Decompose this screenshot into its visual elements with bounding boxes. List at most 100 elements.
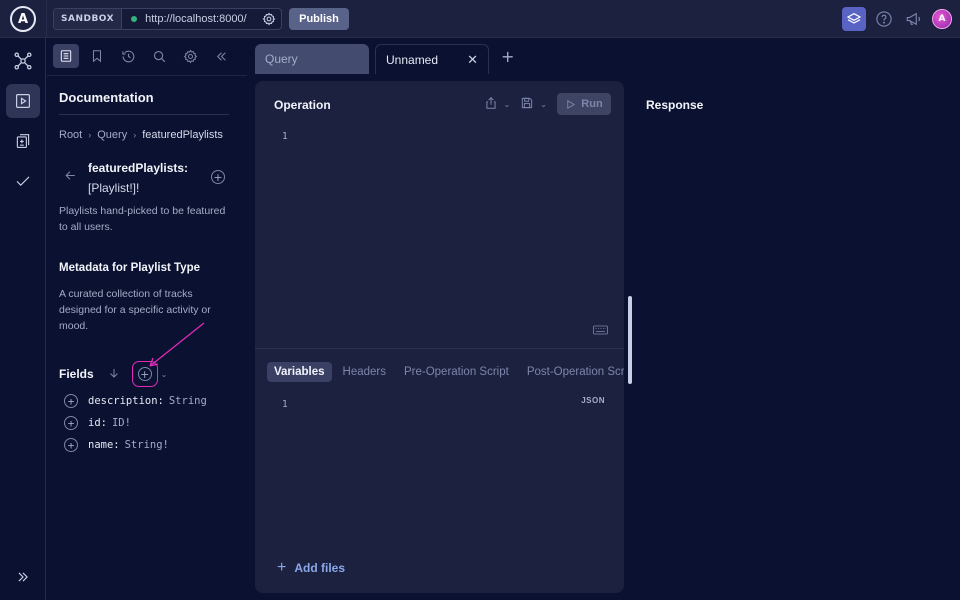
line-number: 1	[282, 399, 288, 410]
field-type[interactable]: [Playlist!]!	[88, 178, 188, 198]
new-tab-plus-icon[interactable]: +	[501, 47, 514, 66]
operation-actions: ⌄ ⌄ Run	[484, 93, 611, 115]
docs-title: Documentation	[59, 90, 154, 105]
chevron-right-icon: ›	[133, 130, 137, 140]
chevron-down-icon[interactable]: ⌄	[504, 100, 511, 109]
field-item-name: description:	[88, 395, 164, 407]
add-field-icon[interactable]: +	[64, 438, 78, 452]
apollo-logo-icon[interactable]: A	[10, 6, 36, 32]
documentation-tab[interactable]	[53, 44, 79, 68]
add-files-label: Add files	[294, 561, 346, 575]
bookmark-icon	[92, 50, 102, 63]
close-icon[interactable]: ✕	[467, 52, 478, 68]
share-icon[interactable]	[484, 95, 498, 114]
nav-schema[interactable]	[6, 44, 40, 78]
keyboard-shortcuts-icon[interactable]	[593, 320, 608, 339]
add-field-icon[interactable]: +	[211, 170, 225, 184]
field-item-name: id:	[88, 417, 107, 429]
json-label: JSON	[581, 396, 605, 405]
field-list: + description: String + id: ID! + name: …	[64, 390, 207, 456]
field-item-type[interactable]: String	[169, 395, 207, 407]
variables-tabs: Variables Headers Pre-Operation Script P…	[267, 362, 624, 382]
metadata-title: Metadata for Playlist Type	[59, 262, 201, 274]
field-item-type[interactable]: String!	[125, 439, 169, 451]
connection-settings-icon[interactable]	[261, 11, 277, 27]
endpoint-input[interactable]: SANDBOX http://localhost:8000/	[53, 8, 282, 30]
chevron-down-icon[interactable]: ⌄	[161, 370, 168, 379]
collapse-panel-button[interactable]	[208, 44, 234, 68]
publish-button[interactable]: Publish	[289, 8, 349, 30]
tab-label: Unnamed	[386, 52, 439, 67]
collections-tab[interactable]	[84, 44, 110, 68]
field-item[interactable]: + name: String!	[64, 434, 207, 456]
field-description: Playlists hand-picked to be featured to …	[59, 205, 226, 233]
top-right-actions: A	[842, 7, 952, 31]
run-button[interactable]: Run	[557, 93, 611, 115]
settings-icon	[183, 49, 197, 63]
tab-variables[interactable]: Variables	[267, 362, 332, 382]
divider	[46, 0, 47, 38]
sort-arrow-down-icon[interactable]	[108, 367, 120, 382]
nav-changelog[interactable]	[6, 124, 40, 158]
left-nav	[0, 38, 46, 600]
breadcrumb-root[interactable]: Root	[59, 129, 82, 141]
nav-explorer[interactable]	[6, 84, 40, 118]
field-title: featuredPlaylists: [Playlist!]!	[88, 158, 188, 198]
add-field-icon[interactable]: +	[64, 416, 78, 430]
connection-status-icon	[131, 16, 138, 22]
tab-pre-operation-script[interactable]: Pre-Operation Script	[397, 362, 516, 382]
breadcrumb-query[interactable]: Query	[97, 129, 127, 141]
endpoint-url[interactable]: http://localhost:8000/	[145, 13, 261, 25]
tab-unnamed[interactable]: Unnamed ✕	[375, 44, 489, 74]
add-circle-icon: +	[137, 367, 152, 381]
search-tab[interactable]	[146, 44, 172, 68]
tab-headers[interactable]: Headers	[336, 362, 393, 382]
fields-label: Fields	[59, 367, 94, 381]
run-label: Run	[581, 98, 603, 110]
history-icon	[121, 50, 134, 62]
variables-editor[interactable]	[300, 393, 580, 543]
fields-header: Fields + ⌄	[59, 361, 167, 387]
line-number: 1	[282, 131, 288, 142]
documentation-panel: Documentation Root › Query › featuredPla…	[47, 38, 247, 600]
schema-reference-icon[interactable]	[842, 7, 866, 31]
double-chevron-right-icon	[18, 572, 28, 582]
chevron-down-icon[interactable]: ⌄	[540, 100, 547, 109]
field-item-name: name:	[88, 439, 120, 451]
tab-label: Query	[265, 52, 298, 66]
diff-icon	[16, 134, 30, 148]
panel-divider[interactable]	[255, 348, 624, 349]
add-field-icon[interactable]: +	[64, 394, 78, 408]
tab-post-operation-script[interactable]: Post-Operation Script	[520, 362, 624, 382]
documentation-icon	[60, 50, 72, 62]
check-icon	[16, 176, 30, 186]
back-arrow-icon[interactable]	[64, 169, 77, 186]
operation-editor[interactable]	[300, 126, 600, 316]
search-icon	[153, 50, 165, 62]
expand-nav-button[interactable]	[6, 560, 40, 594]
add-files-button[interactable]: + Add files	[277, 559, 345, 577]
field-item[interactable]: + description: String	[64, 390, 207, 412]
panel-resize-handle[interactable]	[628, 296, 632, 384]
add-all-fields-button[interactable]: +	[131, 361, 158, 387]
tab-query[interactable]: Query	[255, 44, 369, 74]
sandbox-label: SANDBOX	[54, 9, 123, 29]
history-tab[interactable]	[115, 44, 141, 68]
breadcrumb: Root › Query › featuredPlaylists	[59, 129, 223, 141]
user-avatar[interactable]: A	[932, 9, 952, 29]
field-name: featuredPlaylists:	[88, 161, 189, 175]
operation-panel: Operation ⌄ ⌄ Run 1 Variables Headers Pr…	[255, 81, 624, 593]
operation-tabs: Query Unnamed ✕ +	[255, 44, 514, 74]
nav-checks[interactable]	[6, 164, 40, 198]
play-icon	[16, 94, 30, 108]
save-icon[interactable]	[520, 95, 534, 114]
top-bar: A SANDBOX http://localhost:8000/ Publish…	[0, 0, 960, 38]
help-icon[interactable]	[872, 7, 896, 31]
operation-title: Operation	[274, 98, 331, 112]
field-item[interactable]: + id: ID!	[64, 412, 207, 434]
field-item-type[interactable]: ID!	[112, 417, 131, 429]
settings-tab[interactable]	[177, 44, 203, 68]
docs-toolbar	[53, 44, 234, 68]
divider	[47, 75, 247, 76]
megaphone-icon[interactable]	[902, 7, 926, 31]
